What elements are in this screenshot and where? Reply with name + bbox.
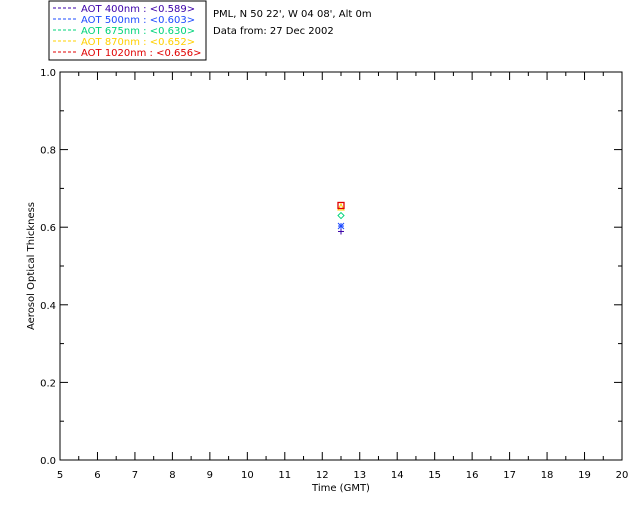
- data-points: [337, 201, 345, 235]
- x-tick-label: 10: [241, 470, 254, 481]
- legend-label: AOT 1020nm : <0.656>: [81, 48, 201, 59]
- location-text: PML, N 50 22', W 04 08', Alt 0m: [213, 9, 372, 20]
- x-tick-label: 19: [578, 470, 591, 481]
- point-triangle: [337, 202, 345, 211]
- y-tick-label: 0.0: [40, 456, 56, 467]
- x-tick-label: 9: [207, 470, 213, 481]
- x-tick-label: 14: [391, 470, 404, 481]
- x-tick-label: 11: [278, 470, 291, 481]
- y-tick-label: 0.4: [40, 301, 56, 312]
- x-tick-label: 17: [503, 470, 516, 481]
- point-asterisk: [337, 222, 345, 230]
- x-tick-label: 15: [428, 470, 441, 481]
- x-tick-label: 5: [57, 470, 63, 481]
- x-tick-label: 20: [616, 470, 629, 481]
- point-plus: [338, 228, 344, 235]
- plot-frame: [59, 71, 623, 461]
- legend-label: AOT 500nm : <0.603>: [81, 15, 195, 26]
- legend-label: AOT 400nm : <0.589>: [81, 4, 195, 15]
- legend: AOT 400nm : <0.589>AOT 500nm : <0.603>AO…: [48, 0, 207, 61]
- y-tick-label: 1.0: [40, 68, 56, 79]
- x-axis-label: Time (GMT): [311, 483, 370, 494]
- legend-label: AOT 675nm : <0.630>: [81, 26, 195, 37]
- x-tick-label: 18: [541, 470, 554, 481]
- x-axis: 5 6 7 8 9 10 11 12 13 14 15 16 17 18 19 20: [57, 72, 629, 481]
- legend-label: AOT 870nm : <0.652>: [81, 37, 195, 48]
- x-tick-label: 7: [132, 470, 138, 481]
- y-axis: 0.0 0.2 0.4 0.6 0.8 1.0: [40, 68, 622, 467]
- y-axis-label: Aerosol Optical Thickness: [26, 202, 37, 330]
- x-tick-label: 12: [316, 470, 329, 481]
- point-diamond: [337, 211, 345, 220]
- aot-chart: AOT 400nm : <0.589>AOT 500nm : <0.603>AO…: [26, 0, 629, 494]
- y-tick-label: 0.2: [40, 378, 56, 389]
- date-text: Data from: 27 Dec 2002: [213, 26, 334, 37]
- y-tick-label: 0.6: [40, 223, 56, 234]
- x-tick-label: 13: [353, 470, 366, 481]
- y-tick-label: 0.8: [40, 146, 56, 157]
- x-tick-label: 8: [169, 470, 175, 481]
- x-tick-label: 6: [94, 470, 100, 481]
- x-tick-label: 16: [466, 470, 479, 481]
